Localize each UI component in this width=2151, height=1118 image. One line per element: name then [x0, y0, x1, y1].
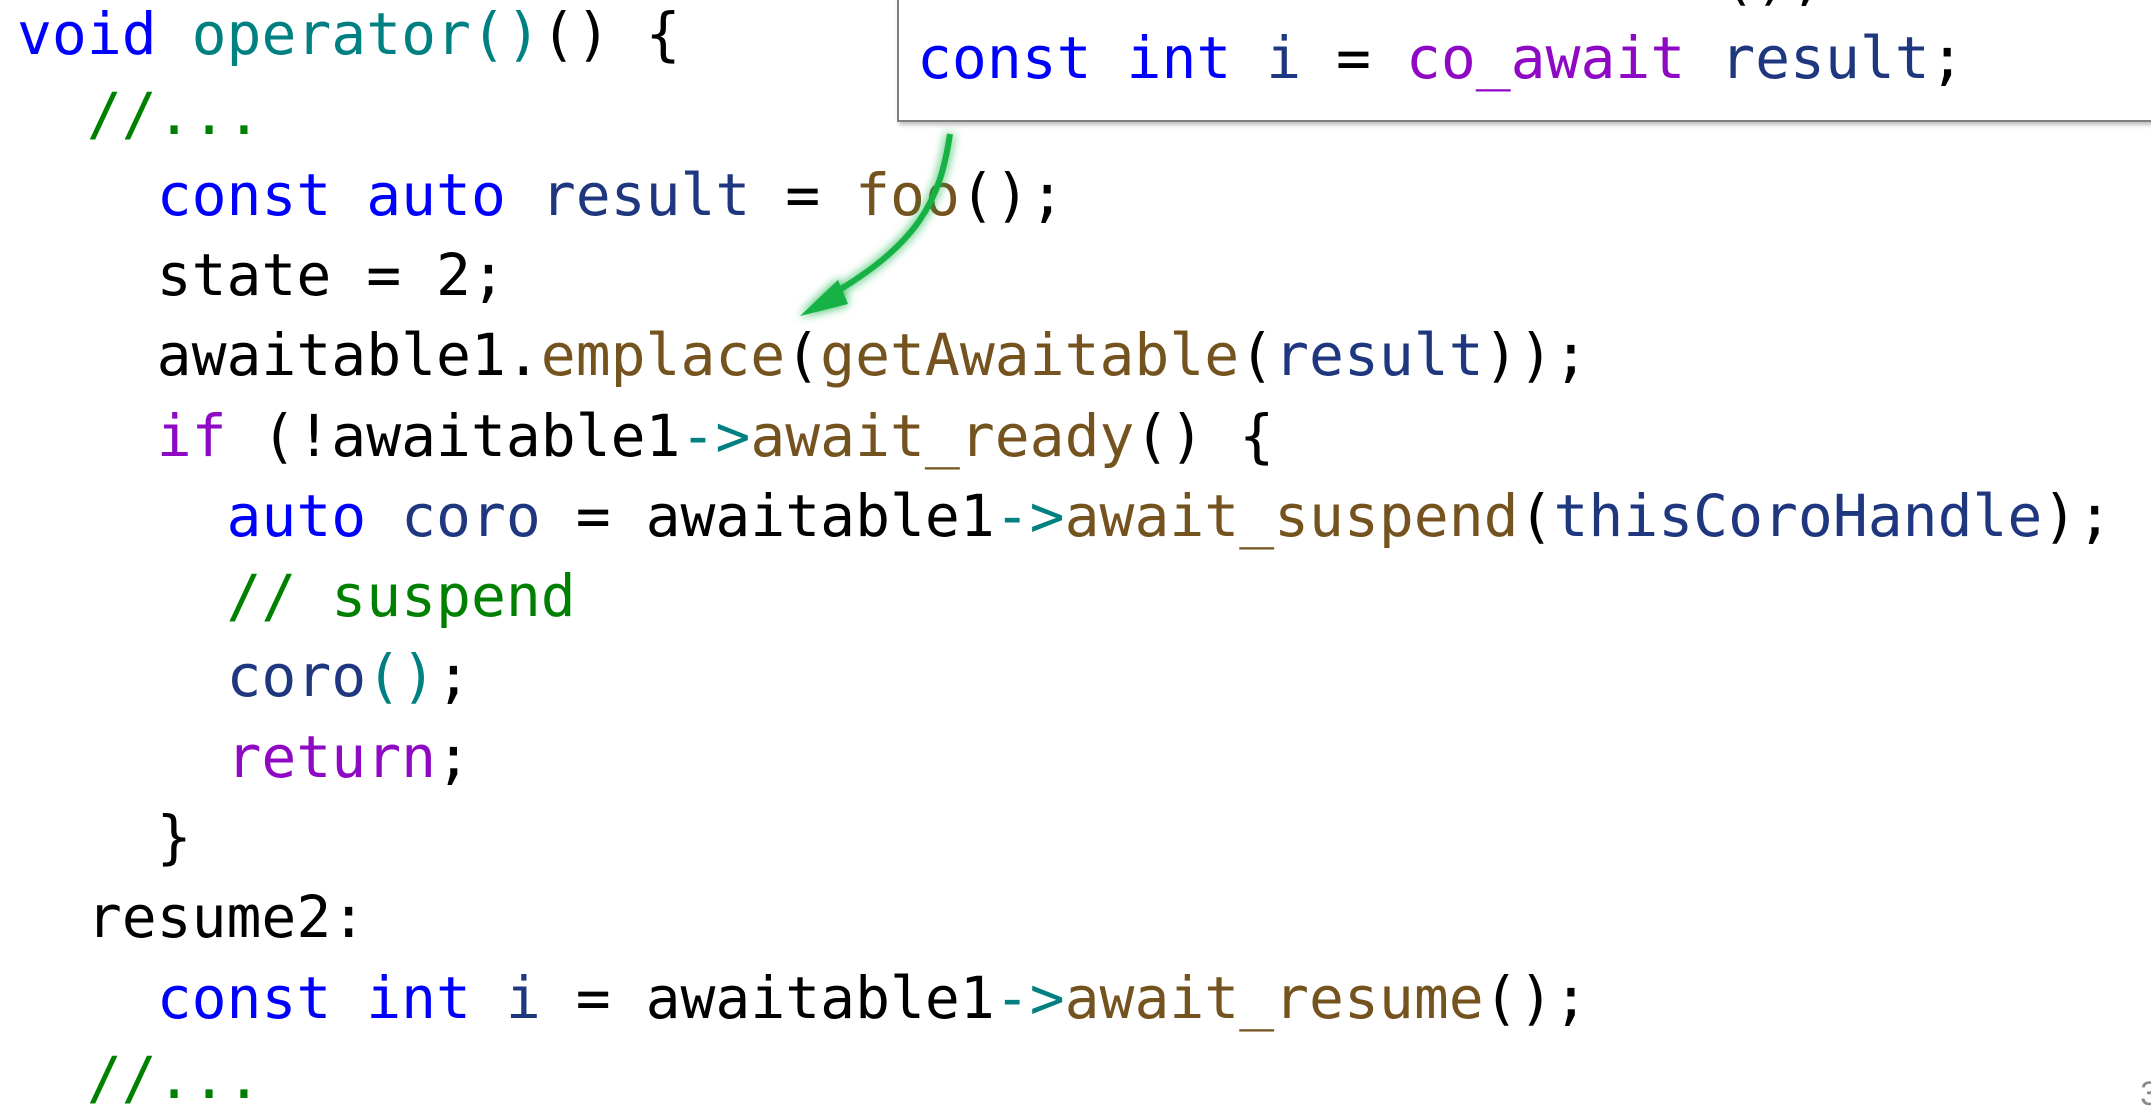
code-token: await_suspend [1064, 481, 1519, 550]
code-line: awaitable1.emplace(getAwaitable(result))… [17, 315, 1589, 395]
code-token: ( [785, 321, 821, 390]
code-line: } [17, 797, 192, 877]
code-token: ; [436, 722, 471, 791]
code-token: )); [1483, 321, 1589, 390]
code-token: getAwaitable [820, 321, 1240, 390]
code-token: = [1301, 24, 1406, 93]
code-line: auto coro = awaitable1->await_suspend(th… [17, 476, 2113, 556]
code-token: ( [1239, 321, 1275, 390]
code-token: () [470, 0, 541, 68]
code-token: auto [366, 160, 506, 229]
code-token: state = 2; [17, 240, 506, 309]
code-token: = awaitable1 [540, 963, 995, 1032]
code-token: await_resume [1064, 963, 1484, 1032]
code-token: i [505, 963, 541, 1032]
code-token: foo [855, 160, 960, 229]
code-token: if [156, 401, 227, 470]
code-token: coro [401, 481, 541, 550]
code-token: ); [2042, 481, 2113, 550]
code-token: //... [17, 80, 262, 149]
code-token: } [17, 803, 192, 871]
code-token: () [366, 642, 437, 711]
code-token: co_await [1405, 24, 1686, 93]
code-token: (); [1720, 0, 1825, 12]
code-token: coro [226, 642, 367, 711]
callout-line: const int i = co_await result; [917, 18, 1965, 98]
code-token: -> [680, 401, 751, 470]
code-token: result [1720, 24, 1930, 93]
code-line: return; [17, 717, 471, 797]
code-line: state = 2; [17, 235, 506, 315]
code-token: (); [959, 160, 1065, 229]
code-token: auto [1127, 0, 1267, 12]
code-token: await_ready [750, 401, 1135, 470]
code-token: int [1126, 24, 1232, 93]
code-line: const int i = awaitable1->await_resume()… [17, 958, 1589, 1038]
callout-line: const auto result = foo(); [917, 0, 1825, 18]
code-token: = [1511, 0, 1616, 12]
code-token: () { [540, 0, 681, 68]
code-token: () { [1134, 401, 1275, 470]
code-line: coro(); [17, 636, 471, 716]
code-token: //... [17, 1043, 262, 1112]
code-token: (); [1483, 963, 1589, 1032]
code-token: result [540, 160, 751, 229]
code-token: int [366, 963, 471, 1032]
code-token: (!awaitable1 [226, 401, 681, 470]
code-token: awaitable1. [17, 321, 541, 390]
code-token: ( [1518, 481, 1554, 550]
code-line: void operator()() { [17, 0, 681, 74]
code-token: -> [994, 963, 1065, 1032]
slide-number: 3 [2140, 1075, 2151, 1113]
code-line: const auto result = foo(); [17, 155, 1065, 235]
code-token: resume2: [17, 883, 367, 952]
code-token: ; [1929, 24, 1965, 93]
code-token: result [1301, 0, 1511, 12]
code-line: // suspend [17, 556, 576, 636]
code-line: resume2: [17, 877, 366, 957]
code-token: return [226, 722, 437, 791]
code-token: const [156, 963, 332, 1032]
code-token: -> [994, 481, 1065, 550]
code-token: operator [191, 0, 471, 68]
code-token: = [750, 160, 856, 229]
code-token: i [1266, 24, 1302, 93]
code-token: thisCoroHandle [1553, 481, 2043, 550]
code-token: const [156, 160, 332, 229]
code-token: void [17, 0, 157, 68]
code-line: if (!awaitable1->await_ready() { [17, 396, 1274, 476]
code-token: = awaitable1 [540, 481, 995, 550]
code-token: auto [226, 481, 367, 550]
code-token: // suspend [17, 562, 576, 631]
co-await-callout: const auto result = foo();const int i = … [897, 0, 2151, 122]
code-token: foo [1615, 0, 1720, 12]
code-line: //... [17, 74, 262, 154]
code-token: const [917, 0, 1092, 12]
code-token: ; [436, 642, 471, 711]
code-token: result [1274, 321, 1484, 390]
code-token: const [917, 24, 1092, 93]
code-token: emplace [540, 321, 786, 390]
